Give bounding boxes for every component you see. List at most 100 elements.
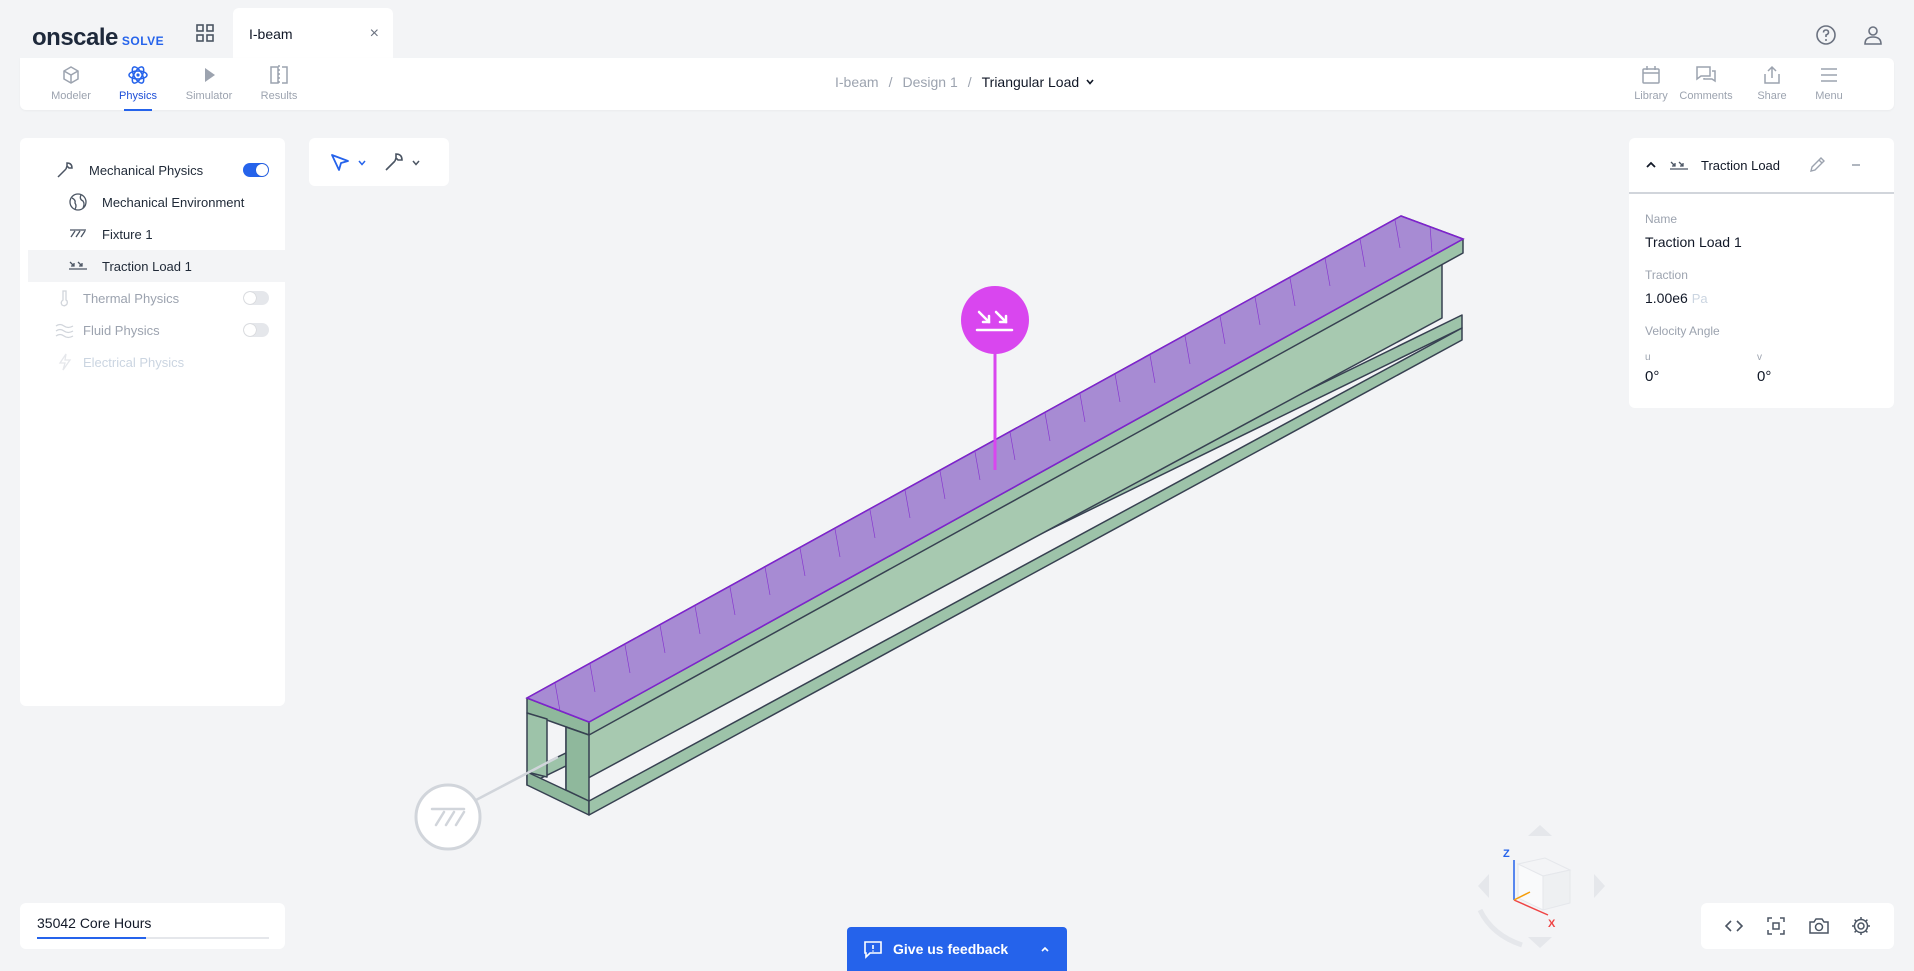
feedback-label: Give us feedback (893, 941, 1009, 957)
tree-item-label: Mechanical Environment (102, 194, 245, 210)
physics-tree-panel: Mechanical Physics Mechanical Environmen… (20, 138, 285, 706)
collapse-chevron-icon[interactable] (1644, 158, 1658, 172)
lightning-icon (58, 353, 72, 371)
viewport-toolbar (1701, 903, 1894, 949)
nav-comments[interactable]: Comments (1678, 64, 1734, 108)
view-left-arrow (1478, 874, 1489, 898)
tree-thermal-physics[interactable]: Thermal Physics (28, 282, 285, 314)
split-view-icon (270, 65, 288, 85)
nav-library[interactable]: Library (1623, 64, 1679, 108)
u-value[interactable]: 0° (1645, 368, 1659, 385)
nav-simulator[interactable]: Simulator (181, 64, 237, 108)
app-logo[interactable]: onscale SOLVE (32, 24, 164, 52)
core-hours-bar-fill (37, 937, 147, 939)
close-tab-button[interactable]: × (370, 25, 379, 43)
minimize-icon[interactable] (1849, 158, 1863, 172)
view-right-arrow (1594, 874, 1605, 898)
nav-results[interactable]: Results (251, 64, 307, 108)
chevron-down-icon[interactable] (411, 158, 421, 168)
nav-library-label: Library (1634, 90, 1668, 102)
tree-mechanical-label: Mechanical Physics (89, 162, 204, 178)
nav-comments-label: Comments (1679, 90, 1733, 102)
properties-title: Traction Load (1701, 158, 1781, 173)
thermometer-icon (60, 290, 68, 307)
simulation-selector[interactable]: Triangular Load (982, 74, 1096, 90)
traction-value-field[interactable]: 1.00e6 Pa (1645, 290, 1708, 306)
apps-grid-icon[interactable] (196, 24, 214, 42)
fluid-physics-toggle[interactable] (243, 323, 269, 337)
tree-item-label: Fixture 1 (102, 226, 153, 242)
z-axis-label: Z (1503, 848, 1510, 860)
tree-fixture-1[interactable]: Fixture 1 (28, 218, 285, 250)
feedback-button[interactable]: Give us feedback (847, 927, 1067, 971)
globe-icon (69, 193, 87, 211)
core-hours-box[interactable]: 35042 Core Hours (20, 903, 285, 949)
name-label: Name (1645, 212, 1678, 226)
user-account-icon[interactable] (1862, 24, 1884, 46)
breadcrumb-current: Triangular Load (981, 74, 1080, 90)
chevron-down-icon (1086, 79, 1094, 85)
nav-results-label: Results (260, 90, 298, 102)
v-value[interactable]: 0° (1757, 368, 1771, 385)
chevron-down-icon[interactable] (357, 158, 367, 168)
tree-thermal-label: Thermal Physics (83, 290, 180, 306)
view-cube-navigator[interactable] (1477, 825, 1605, 948)
thermal-physics-toggle[interactable] (243, 291, 269, 305)
file-tab[interactable]: I-beam × (233, 8, 393, 58)
nav-menu[interactable]: Menu (1801, 64, 1857, 108)
rotate-arrow (1477, 908, 1523, 948)
x-axis-label: X (1548, 918, 1556, 930)
name-value[interactable]: Traction Load 1 (1645, 234, 1742, 250)
properties-header: Traction Load (1629, 138, 1894, 194)
view-down-arrow (1528, 937, 1552, 948)
waves-icon (55, 323, 74, 339)
fixture-hatch-icon (70, 229, 86, 238)
tree-item-label: Traction Load 1 (102, 258, 192, 274)
view-up-arrow (1528, 825, 1552, 836)
toggle-knob (244, 324, 256, 336)
brand-name: onscale (32, 24, 118, 51)
tree-fluid-physics[interactable]: Fluid Physics (28, 314, 285, 346)
viewport-scene[interactable] (0, 0, 1914, 971)
breadcrumb-project[interactable]: I-beam (835, 74, 879, 90)
code-icon[interactable] (1723, 915, 1745, 937)
wrench-icon[interactable] (383, 151, 405, 173)
nav-physics[interactable]: Physics (110, 64, 166, 111)
wrench-icon (57, 162, 73, 178)
velocity-angle-label: Velocity Angle (1645, 324, 1720, 338)
toggle-knob (256, 164, 268, 176)
nav-modeler[interactable]: Modeler (43, 64, 99, 108)
chevron-up-icon (1041, 946, 1049, 952)
select-cursor-icon[interactable] (329, 152, 351, 174)
toggle-knob (244, 292, 256, 304)
traction-label: Traction (1645, 268, 1688, 282)
workflow-nav-bar: Modeler Physics Simulator Results I-beam… (20, 58, 1894, 111)
play-icon (205, 68, 215, 82)
v-label: v (1757, 352, 1762, 363)
chat-icon (1696, 66, 1716, 83)
breadcrumb-separator: / (967, 74, 972, 90)
mechanical-physics-toggle[interactable] (243, 163, 269, 177)
selection-toolbox (309, 138, 449, 186)
edit-pencil-icon[interactable] (1807, 155, 1827, 175)
file-tab-title: I-beam (249, 26, 293, 42)
tree-electrical-physics: Electrical Physics (28, 346, 285, 378)
u-label: u (1645, 352, 1651, 363)
breadcrumb-separator: / (888, 74, 893, 90)
nav-share[interactable]: Share (1744, 64, 1800, 108)
share-icon (1764, 65, 1780, 84)
traction-value: 1.00e6 (1645, 290, 1688, 306)
cube-icon (63, 66, 79, 84)
breadcrumb-design[interactable]: Design 1 (902, 74, 957, 90)
tree-mechanical-environment[interactable]: Mechanical Environment (28, 186, 285, 218)
camera-icon[interactable] (1808, 915, 1830, 937)
tree-mechanical-physics[interactable]: Mechanical Physics (28, 154, 285, 186)
help-icon[interactable] (1815, 24, 1837, 46)
nav-modeler-label: Modeler (51, 90, 91, 102)
fit-view-icon[interactable] (1765, 915, 1787, 937)
tree-traction-load-1[interactable]: Traction Load 1 (28, 250, 285, 282)
settings-gear-icon[interactable] (1850, 915, 1872, 937)
product-name: SOLVE (121, 34, 165, 48)
nav-physics-label: Physics (119, 90, 157, 102)
nav-share-label: Share (1757, 90, 1787, 102)
